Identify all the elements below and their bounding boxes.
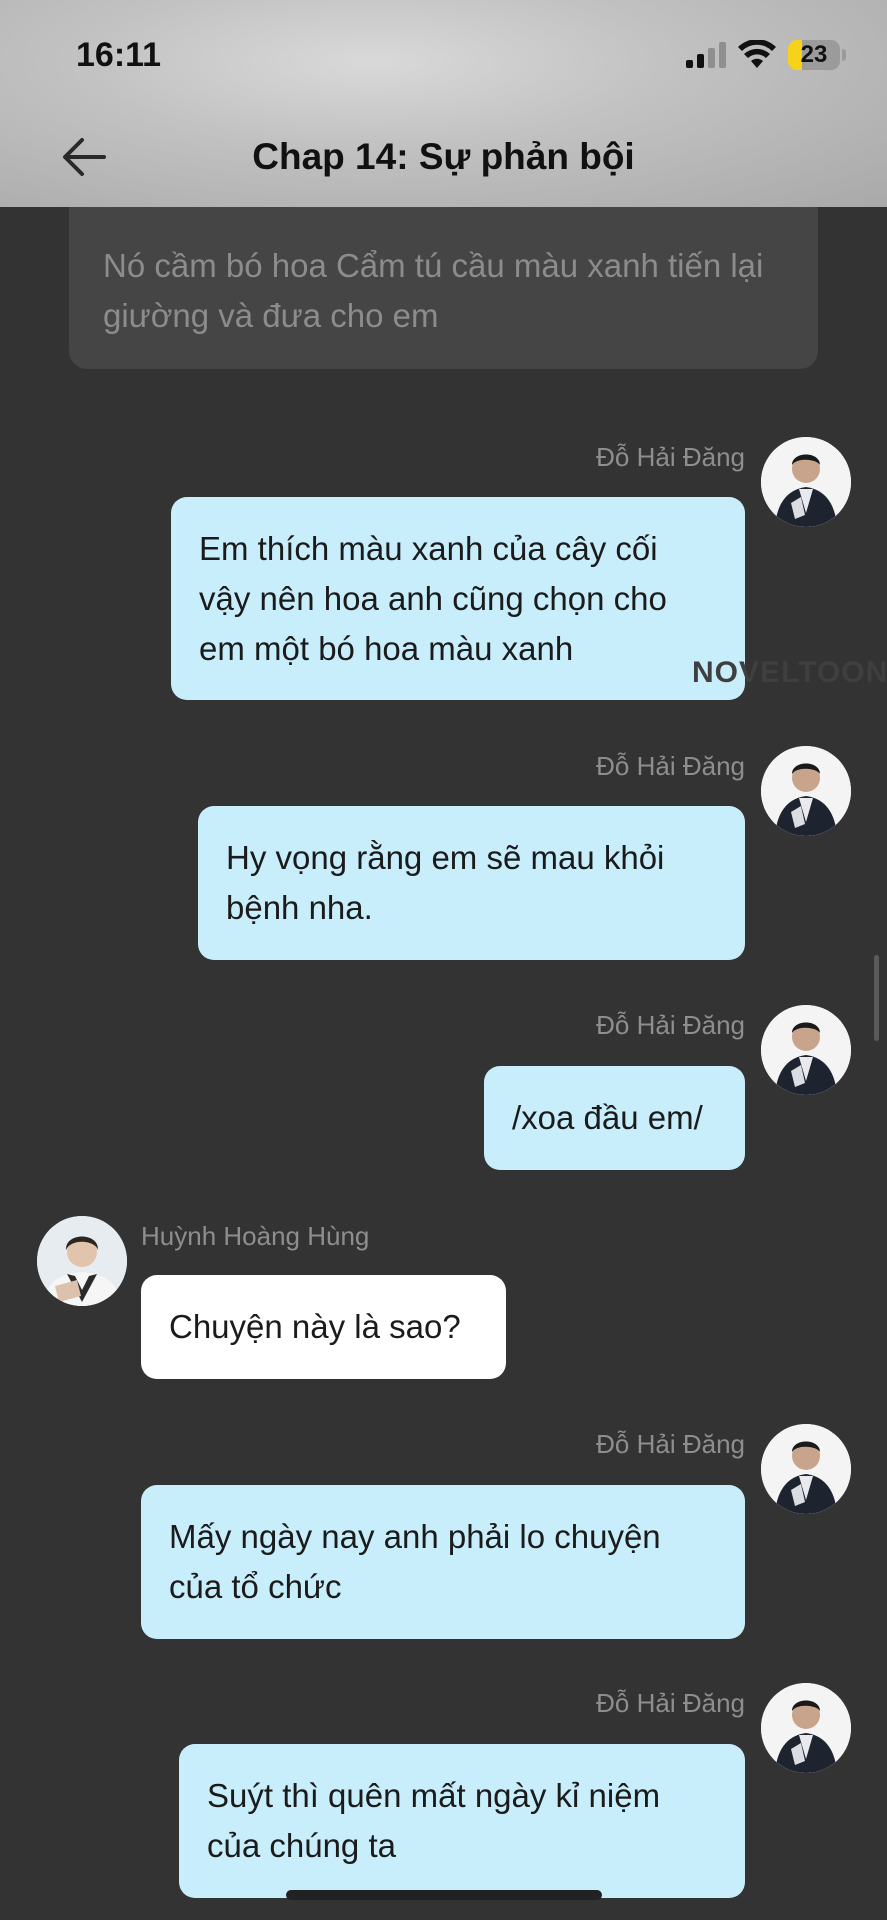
sender-avatar[interactable] [761, 746, 851, 836]
sender-name: Đỗ Hải Đăng [596, 751, 745, 781]
status-time: 16:11 [76, 36, 162, 74]
avatar-man-suit-icon [761, 1683, 851, 1773]
sender-name: Đỗ Hải Đăng [596, 1010, 745, 1040]
sender-avatar[interactable] [761, 1683, 851, 1773]
sender-avatar[interactable] [761, 437, 851, 527]
battery-icon: 23 [788, 40, 840, 70]
message-bubble-mine: Hy vọng rằng em sẽ mau khỏi bệnh nha. [198, 806, 745, 960]
narration-bubble: Nó cầm bó hoa Cẩm tú cầu màu xanh tiến l… [69, 207, 818, 369]
chapter-title: Chap 14: Sự phản bội [252, 136, 635, 177]
sender-name: Đỗ Hải Đăng [596, 1688, 745, 1718]
avatar-man-suit-icon [761, 746, 851, 836]
wifi-icon [738, 40, 776, 68]
sender-avatar[interactable] [761, 1005, 851, 1095]
cellular-signal-icon [686, 42, 728, 68]
message-bubble-mine: /xoa đầu em/ [484, 1066, 745, 1170]
narration-text: Nó cầm bó hoa Cẩm tú cầu màu xanh tiến l… [103, 247, 764, 334]
message-bubble-mine: Mấy ngày nay anh phải lo chuyện của tổ c… [141, 1485, 745, 1639]
message-bubble-mine: Em thích màu xanh của cây cối vậy nên ho… [171, 497, 745, 700]
sender-name: Đỗ Hải Đăng [596, 442, 745, 472]
sender-name: Đỗ Hải Đăng [596, 1429, 745, 1459]
noveltoon-watermark: NOVELTOON [692, 656, 887, 689]
avatar-man-suit-icon [761, 1424, 851, 1514]
home-indicator[interactable] [286, 1890, 602, 1900]
header-bar: 16:11 23 Chap 14: Sự phản bội [0, 0, 887, 207]
scrollbar[interactable] [874, 955, 879, 1041]
battery-level: 23 [800, 41, 828, 68]
message-bubble-other: Chuyện này là sao? [141, 1275, 506, 1379]
sender-avatar[interactable] [761, 1424, 851, 1514]
avatar-man-suit-icon [761, 437, 851, 527]
sender-name: Huỳnh Hoàng Hùng [141, 1221, 370, 1251]
avatar-man-suit-icon [761, 1005, 851, 1095]
avatar-young-man-icon [37, 1216, 127, 1306]
message-bubble-mine: Suýt thì quên mất ngày kỉ niệm của chúng… [179, 1744, 745, 1898]
battery-tip [842, 49, 846, 61]
sender-avatar[interactable] [37, 1216, 127, 1306]
